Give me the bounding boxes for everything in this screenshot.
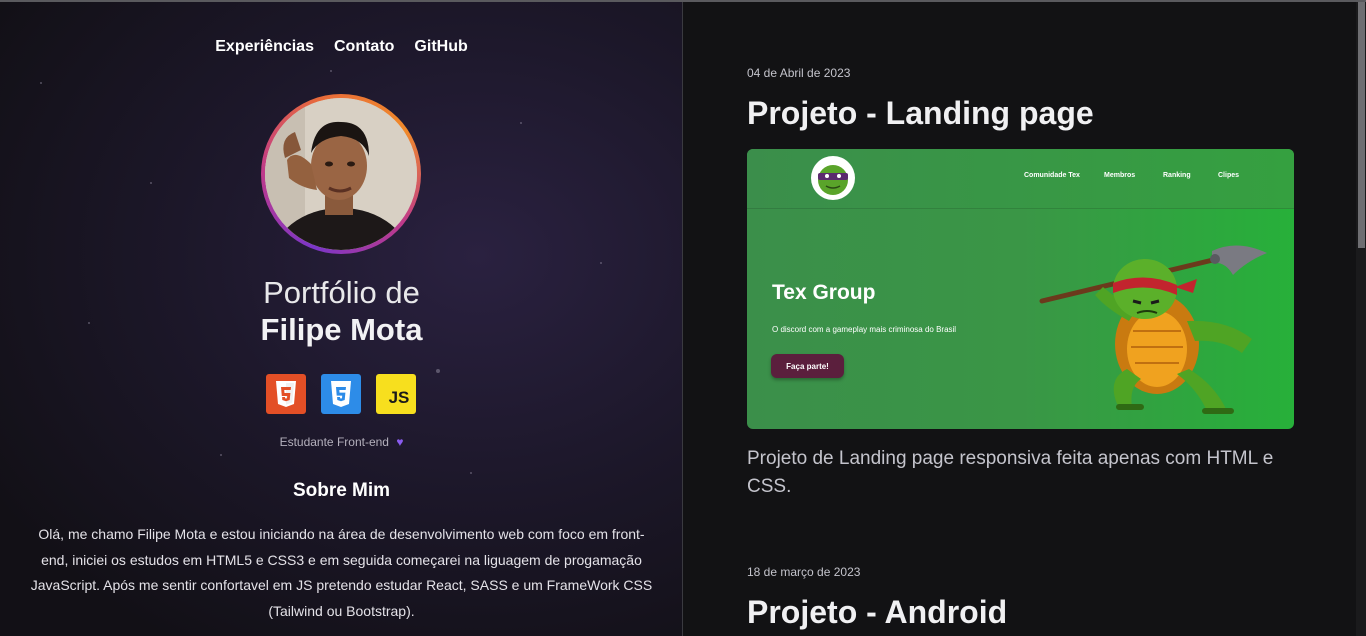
project-date: 18 de março de 2023 — [747, 565, 861, 579]
background-star — [436, 369, 440, 373]
background-star — [520, 122, 522, 124]
preview-nav-item: Ranking — [1163, 172, 1191, 179]
preview-nav-item: Clipes — [1218, 172, 1240, 179]
turtle-logo-icon — [811, 156, 855, 200]
nav-link-contato[interactable]: Contato — [334, 38, 394, 56]
ninja-turtle-icon — [1039, 245, 1267, 414]
avatar — [265, 98, 417, 250]
role-text: Estudante Front-end — [279, 435, 389, 449]
html5-icon — [266, 374, 306, 414]
preview-subtitle: O discord com a gameplay mais criminosa … — [772, 325, 957, 334]
background-star — [470, 472, 472, 474]
background-star — [150, 182, 152, 184]
background-star — [600, 262, 602, 264]
avatar-photo — [265, 98, 417, 250]
preview-header: Comunidade Tex Membros Ranking Clipes — [747, 149, 1294, 209]
preview-nav-item: Membros — [1104, 172, 1136, 179]
profile-panel: Experiências Contato GitHub Portfólio de… — [0, 2, 683, 636]
background-star — [40, 82, 42, 84]
project-title[interactable]: Projeto - Android — [747, 594, 1007, 631]
project-description: Projeto de Landing page responsiva feita… — [747, 448, 1274, 497]
css3-icon — [321, 374, 361, 414]
avatar-ring — [261, 94, 421, 254]
about-text: Olá, me chamo Filipe Mota e estou inicia… — [30, 526, 653, 619]
preview-nav-item: Comunidade Tex — [1024, 172, 1080, 179]
js-badge-label: JS — [388, 388, 410, 407]
top-nav: Experiências Contato GitHub — [0, 38, 683, 56]
javascript-icon: JS — [376, 374, 416, 414]
about-heading: Sobre Mim — [292, 480, 391, 501]
preview-cta-button: Faça parte! — [771, 354, 844, 378]
heart-icon: ♥ — [396, 435, 404, 449]
tech-badges: JS — [266, 374, 416, 414]
portfolio-title: Portfólio de — [263, 275, 420, 310]
background-star — [220, 454, 222, 456]
background-star — [330, 70, 332, 72]
scrollbar-thumb[interactable] — [1358, 2, 1365, 248]
projects-panel: 04 de Abril de 2023 Projeto - Landing pa… — [683, 2, 1356, 636]
preview-brand: Tex Group — [772, 281, 876, 304]
project-date: 04 de Abril de 2023 — [747, 66, 851, 80]
portfolio-owner-name: Filipe Mota — [260, 312, 423, 347]
project-preview-image[interactable]: Comunidade Tex Membros Ranking Clipes Te… — [747, 149, 1294, 429]
nav-link-experiencias[interactable]: Experiências — [215, 38, 314, 56]
role-caption: Estudante Front-end ♥ — [0, 435, 683, 449]
nav-link-github[interactable]: GitHub — [414, 38, 467, 56]
project-title[interactable]: Projeto - Landing page — [747, 95, 1094, 132]
